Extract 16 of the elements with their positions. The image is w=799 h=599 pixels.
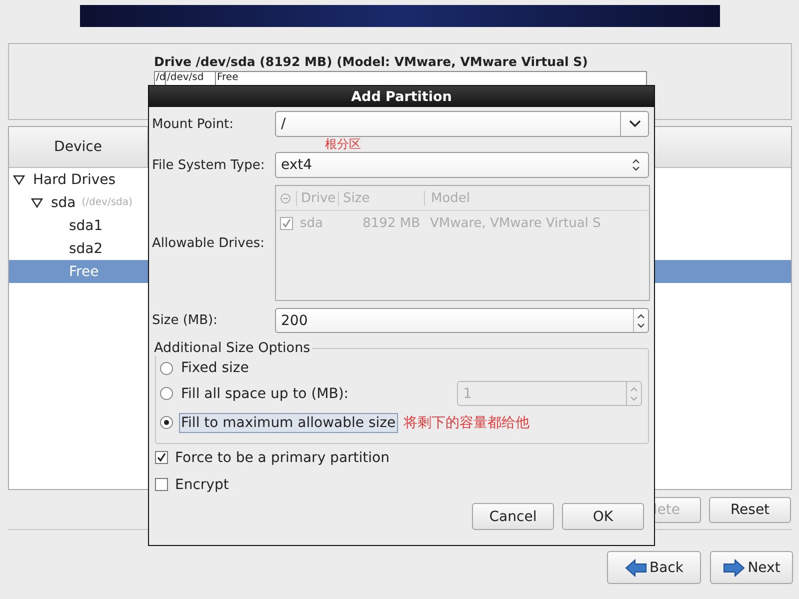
table-cell-text: VMware, VMware Virtual S [429, 216, 602, 230]
field-label: Mount Point: [152, 116, 235, 132]
table-cell-text: 8192 MB [362, 216, 421, 230]
field-label: File System Type: [152, 158, 266, 172]
device-name: sda [50, 194, 76, 210]
field-label: Allowable Drives: [152, 236, 266, 250]
device-name: Hard Drives [32, 172, 116, 188]
table-cell-text: sda [299, 216, 324, 230]
group-title: Additional Size Options [154, 340, 312, 356]
annotation: 根分区 [325, 138, 361, 151]
drive-title: Drive /dev/sda (8192 MB) (Model: VMware, VMware Virtual S) [154, 54, 589, 69]
device-path: (/dev/sda) [82, 197, 132, 208]
annotation: 将剩下的容量都给他 [404, 414, 530, 432]
dialog-title: Add Partition [149, 86, 654, 107]
device-name: Free [68, 264, 99, 280]
field-label: Size (MB): [152, 313, 218, 328]
